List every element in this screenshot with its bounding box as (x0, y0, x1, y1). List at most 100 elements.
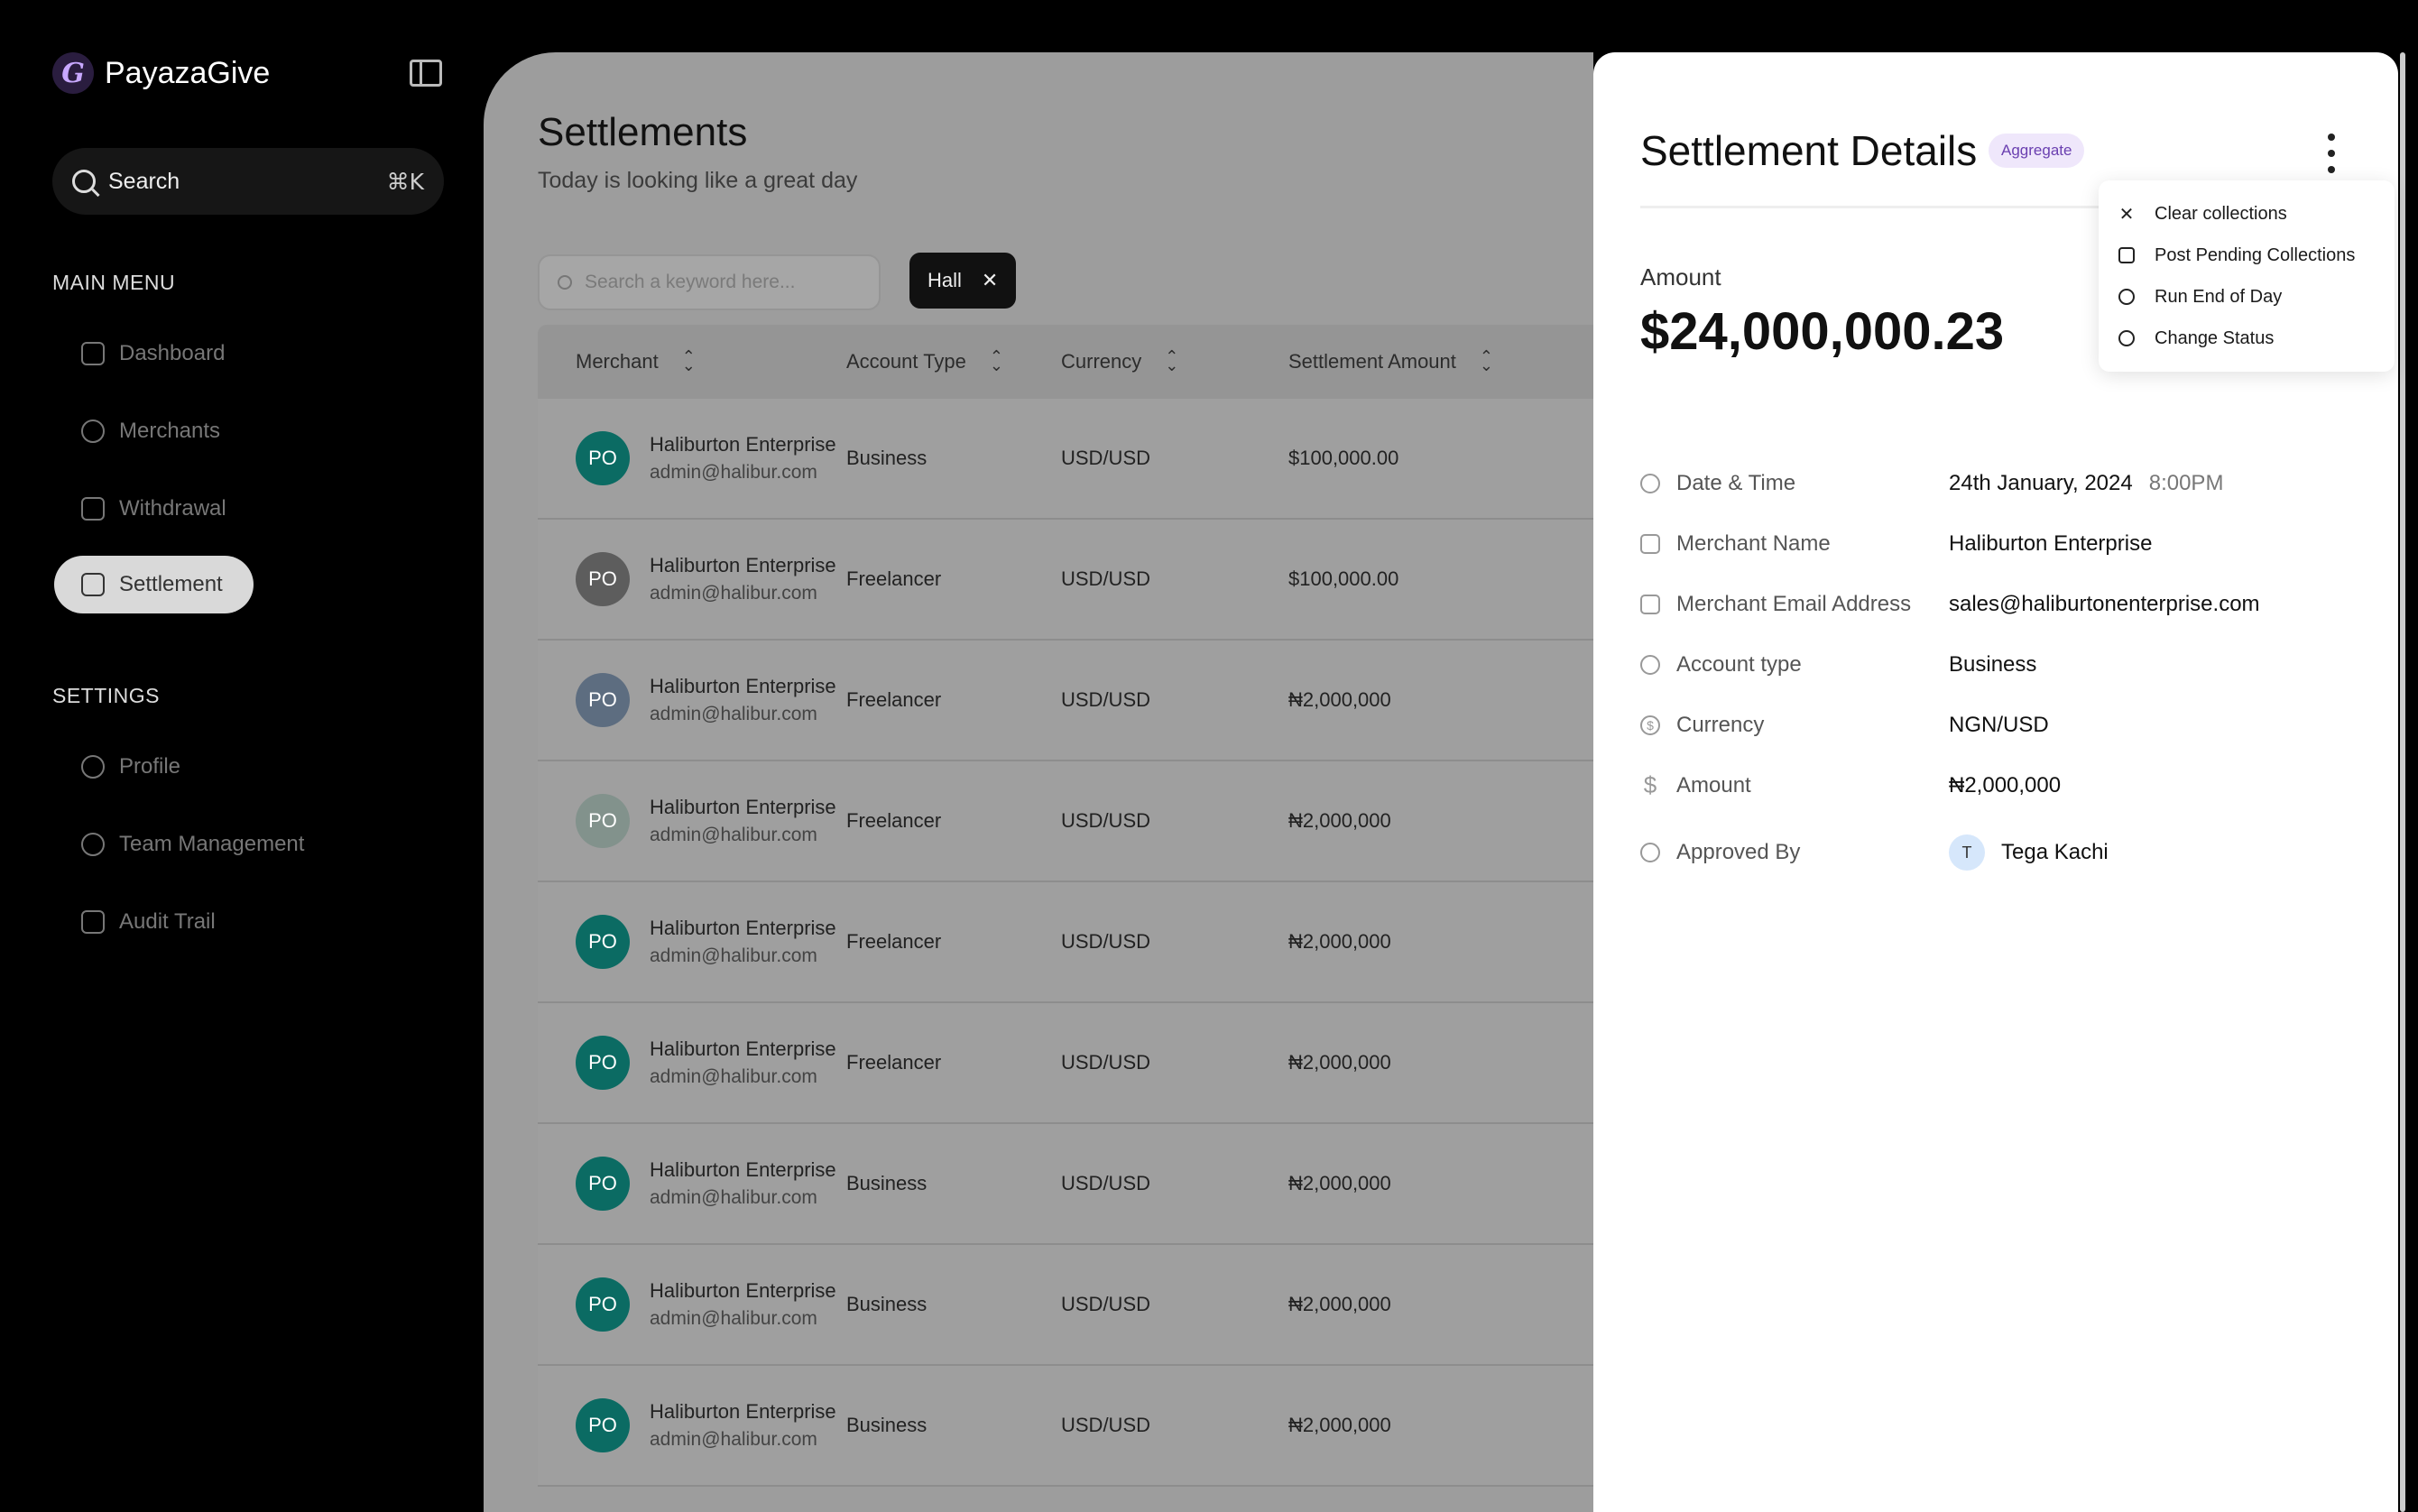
store-icon (1640, 533, 1660, 554)
status-icon (2118, 330, 2135, 346)
settlements-table: Merchant ⌃ ⌄ Account Type ⌃ ⌄ Currency ⌃ ⌄ … (538, 325, 1593, 1487)
menu-item-post-pending-collections[interactable]: Post Pending Collections (2099, 235, 2395, 276)
merchant-cell: PO Haliburton Enterprise admin@halibur.c… (538, 431, 846, 485)
currency-cell: USD/USD (1061, 1172, 1151, 1194)
sidebar-toggle-icon[interactable] (410, 60, 442, 87)
table-row[interactable]: PO Haliburton Enterprise admin@halibur.c… (538, 520, 1593, 641)
currency-cell: USD/USD (1061, 688, 1151, 711)
table-header: Merchant ⌃ ⌄ Account Type ⌃ ⌄ Currency ⌃ ⌄ … (538, 325, 1593, 399)
sidebar-item-profile[interactable]: Profile (54, 738, 208, 796)
merchant-cell: PO Haliburton Enterprise admin@halibur.c… (538, 552, 846, 606)
date-value: 24th January, 2024 (1949, 470, 2133, 495)
sort-icon[interactable]: ⌃ ⌄ (990, 348, 1003, 373)
table-row[interactable]: PO Haliburton Enterprise admin@halibur.c… (538, 1124, 1593, 1245)
avatar: PO (576, 1157, 630, 1211)
search-icon (558, 275, 572, 290)
main-content: Settlements Today is looking like a grea… (484, 52, 1593, 1512)
currency-cell: USD/USD (1061, 930, 1151, 953)
table-row[interactable]: PO Haliburton Enterprise admin@halibur.c… (538, 882, 1593, 1003)
post-icon (2118, 247, 2135, 263)
avatar: PO (576, 1036, 630, 1090)
table-row[interactable]: PO Haliburton Enterprise admin@halibur.c… (538, 1366, 1593, 1487)
page-subtitle: Today is looking like a great day (538, 168, 858, 193)
brand[interactable]: G PayazaGive (52, 52, 270, 94)
merchant-email: admin@halibur.com (650, 1429, 817, 1450)
aggregate-badge: Aggregate (1989, 134, 2085, 168)
table-row[interactable]: PO Haliburton Enterprise admin@halibur.c… (538, 399, 1593, 520)
sidebar-item-team-management[interactable]: Team Management (54, 816, 331, 873)
column-currency[interactable]: Currency ⌃ ⌄ (1061, 348, 1288, 373)
approver-name: Tega Kachi (2001, 840, 2109, 864)
avatar: PO (576, 915, 630, 969)
filter-chip[interactable]: Hall ✕ (909, 253, 1017, 309)
close-icon[interactable]: ✕ (982, 269, 998, 292)
clock-icon (1640, 473, 1660, 493)
keyword-search-placeholder: Search a keyword here... (585, 272, 796, 292)
merchant-name: Haliburton Enterprise (650, 1400, 836, 1423)
panel-scrollbar[interactable] (2400, 52, 2405, 1512)
merchant-email: admin@halibur.com (650, 583, 817, 604)
page-title: Settlements (538, 110, 748, 154)
currency-cell: USD/USD (1061, 447, 1151, 469)
merchant-name: Haliburton Enterprise (650, 1037, 836, 1060)
search-shortcut: ⌘K (386, 168, 424, 195)
currency-cell: USD/USD (1061, 1414, 1151, 1436)
merchant-name: Haliburton Enterprise (650, 1158, 836, 1181)
wallet-icon (81, 497, 105, 521)
amount-cell: ₦2,000,000 (1288, 1172, 1391, 1194)
panel-title: Settlement Details (1640, 127, 1978, 174)
more-options-icon[interactable] (2322, 134, 2340, 173)
column-account-type[interactable]: Account Type ⌃ ⌄ (846, 348, 1061, 373)
sort-icon[interactable]: ⌃ ⌄ (1165, 348, 1178, 373)
settlement-icon (81, 573, 105, 596)
sidebar: G PayazaGive Search ⌘K MAIN MENU Dashboa… (0, 0, 484, 1512)
currency-value: NGN/USD (1949, 712, 2049, 737)
merchant-cell: PO Haliburton Enterprise admin@halibur.c… (538, 1036, 846, 1090)
user-icon (1640, 654, 1660, 675)
search-icon (72, 170, 96, 193)
currency-cell: USD/USD (1061, 567, 1151, 590)
sidebar-item-merchants[interactable]: Merchants (54, 402, 247, 460)
column-settlement-amount[interactable]: Settlement Amount ⌃ ⌄ (1288, 348, 1559, 373)
table-row[interactable]: PO Haliburton Enterprise admin@halibur.c… (538, 1003, 1593, 1124)
currency-cell: USD/USD (1061, 809, 1151, 832)
sort-icon[interactable]: ⌃ ⌄ (682, 348, 696, 373)
merchant-cell: PO Haliburton Enterprise admin@halibur.c… (538, 1157, 846, 1211)
amount-cell: ₦2,000,000 (1288, 809, 1391, 832)
menu-item-run-end-of-day[interactable]: Run End of Day (2099, 276, 2395, 318)
sidebar-item-label: Dashboard (119, 341, 226, 365)
amount-cell: $100,000.00 (1288, 567, 1399, 590)
sidebar-item-dashboard[interactable]: Dashboard (54, 325, 252, 383)
account-type-cell: Business (846, 1293, 928, 1315)
sort-icon[interactable]: ⌃ ⌄ (1480, 348, 1493, 373)
sidebar-item-settlement[interactable]: Settlement (54, 556, 254, 613)
currency-icon: $ (1640, 715, 1660, 735)
menu-item-clear-collections[interactable]: ✕ Clear collections (2099, 193, 2395, 235)
table-body: PO Haliburton Enterprise admin@halibur.c… (538, 399, 1593, 1487)
table-row[interactable]: PO Haliburton Enterprise admin@halibur.c… (538, 1245, 1593, 1366)
currency-cell: USD/USD (1061, 1051, 1151, 1074)
user-icon (1640, 843, 1660, 862)
filter-chip-label: Hall (928, 269, 962, 291)
table-row[interactable]: PO Haliburton Enterprise admin@halibur.c… (538, 641, 1593, 761)
merchant-email: admin@halibur.com (650, 825, 817, 845)
keyword-search-input[interactable]: Search a keyword here... (538, 254, 881, 310)
sidebar-search[interactable]: Search ⌘K (52, 148, 444, 215)
avatar: PO (576, 1398, 630, 1452)
account-type-cell: Freelancer (846, 809, 942, 832)
column-merchant[interactable]: Merchant ⌃ ⌄ (538, 348, 846, 373)
amount-cell: ₦2,000,000 (1288, 1414, 1391, 1436)
avatar: PO (576, 431, 630, 485)
detail-row-account-type: Account type Business (1640, 634, 2362, 695)
email-value[interactable]: sales@haliburtonenterprise.com (1949, 592, 2260, 617)
table-row[interactable]: PO Haliburton Enterprise admin@halibur.c… (538, 761, 1593, 882)
merchant-value: Haliburton Enterprise (1949, 530, 2153, 556)
detail-row-amount: $ Amount ₦2,000,000 (1640, 755, 2362, 816)
menu-item-change-status[interactable]: Change Status (2099, 318, 2395, 359)
merchant-cell: PO Haliburton Enterprise admin@halibur.c… (538, 673, 846, 727)
merchant-name: Haliburton Enterprise (650, 433, 836, 456)
avatar: PO (576, 552, 630, 606)
sidebar-item-withdrawal[interactable]: Withdrawal (54, 480, 254, 538)
sidebar-item-label: Profile (119, 754, 181, 779)
sidebar-item-audit-trail[interactable]: Audit Trail (54, 893, 243, 951)
